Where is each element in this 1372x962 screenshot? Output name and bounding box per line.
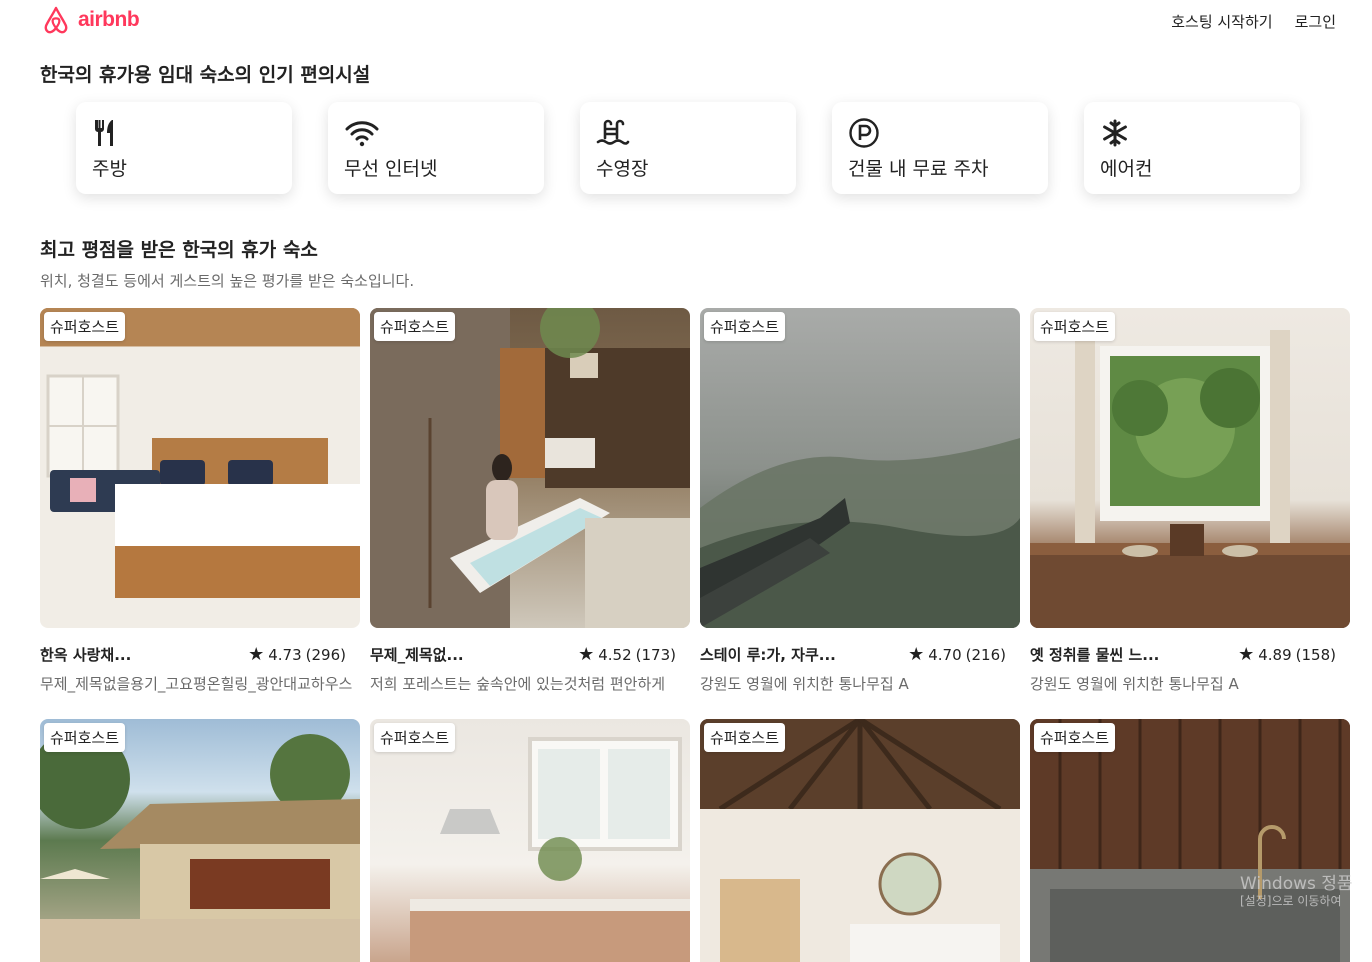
amenity-label: 에어컨 [1100, 158, 1153, 180]
thatched-house-image [40, 729, 360, 962]
amenity-pool[interactable]: 수영장 [580, 102, 796, 194]
watermark-line-1: Windows 정품 [1240, 874, 1353, 894]
snowflake-icon [1100, 116, 1284, 150]
kitchen-image [410, 737, 690, 962]
amenity-air-conditioning[interactable]: 에어컨 [1084, 102, 1300, 194]
listing-card[interactable]: 슈퍼호스트 한옥 사랑채... ★ 4.73 (296) 무제_제목없을용기_고… [40, 308, 360, 694]
courtyard-bath-image [370, 308, 690, 628]
listing-card[interactable]: 슈퍼호스트 스테이 루:가, 자쿠... ★ 4.70 (216) 강원도 영월… [700, 308, 1020, 694]
listing-rating: ★ 4.73 (296) [248, 643, 346, 665]
star-icon: ★ [248, 643, 265, 665]
listing-photo[interactable]: 슈퍼호스트 [700, 308, 1020, 628]
parking-icon [848, 116, 1032, 150]
listing-description: 무제_제목없을용기_고요평온힐링_광안대교하우스 [40, 675, 353, 693]
hanok-room-image [700, 719, 1020, 962]
amenity-label: 건물 내 무료 주차 [848, 158, 989, 180]
listing-title: 옛 정취를 물씬 느... [1030, 646, 1160, 664]
airbnb-logo-icon [40, 4, 72, 36]
superhost-badge: 슈퍼호스트 [704, 312, 786, 341]
login-link[interactable]: 로그인 [1295, 11, 1336, 32]
amenity-label: 무선 인터넷 [344, 158, 438, 180]
listing-card[interactable]: 슈퍼호스트 [40, 719, 360, 962]
listing-card[interactable]: 슈퍼호스트 [1030, 719, 1350, 962]
utensils-icon [92, 116, 276, 150]
amenity-wifi[interactable]: 무선 인터넷 [328, 102, 544, 194]
amenity-label: 수영장 [596, 158, 649, 180]
review-count: (296) [305, 645, 346, 664]
rating-value: 4.70 [928, 645, 962, 664]
star-icon: ★ [578, 643, 595, 665]
superhost-badge: 슈퍼호스트 [374, 312, 456, 341]
superhost-badge: 슈퍼호스트 [374, 723, 456, 752]
listing-description: 저희 포레스트는 숲속안에 있는것처럼 편안하게 [370, 675, 666, 693]
listings-title: 최고 평점을 받은 한국의 휴가 숙소 [40, 239, 318, 261]
amenity-kitchen[interactable]: 주방 [76, 102, 292, 194]
rating-value: 4.73 [268, 645, 302, 664]
amenity-cards: 주방 무선 인터넷 수영장 건물 내 무료 주차 에어컨 [76, 102, 1300, 194]
listing-photo[interactable]: 슈퍼호스트 [700, 719, 1020, 962]
listing-description: 강원도 영월에 위치한 통나무집 A [1030, 675, 1239, 693]
amenity-label: 주방 [92, 158, 127, 180]
star-icon: ★ [1238, 643, 1255, 665]
listing-description: 강원도 영월에 위치한 통나무집 A [700, 675, 909, 693]
misty-mountain-image [700, 438, 1020, 628]
logo-wordmark: airbnb [78, 8, 140, 31]
listing-photo[interactable]: 슈퍼호스트 [1030, 719, 1350, 962]
review-count: (216) [965, 645, 1006, 664]
airbnb-logo[interactable]: airbnb [40, 4, 140, 36]
listings-subtitle: 위치, 청결도 등에서 게스트의 높은 평가를 받은 숙소입니다. [40, 272, 415, 290]
listing-rating: ★ 4.70 (216) [908, 643, 1006, 665]
amenities-title: 한국의 휴가용 임대 숙소의 인기 편의시설 [40, 64, 371, 86]
listing-photo[interactable]: 슈퍼호스트 [40, 719, 360, 962]
outdoor-bath-image [1030, 719, 1350, 962]
listing-title: 스테이 루:가, 자쿠... [700, 646, 836, 664]
listing-photo[interactable]: 슈퍼호스트 [1030, 308, 1350, 628]
rating-value: 4.89 [1258, 645, 1292, 664]
listing-title: 무제_제목없... [370, 646, 464, 664]
star-icon: ★ [908, 643, 925, 665]
listing-card[interactable]: 슈퍼호스트 [700, 719, 1020, 962]
top-header: airbnb 호스팅 시작하기 로그인 [0, 0, 1372, 44]
windows-activation-watermark: Windows 정품 [설정]으로 이동하여 [1240, 874, 1353, 909]
start-hosting-link[interactable]: 호스팅 시작하기 [1171, 11, 1272, 32]
rating-value: 4.52 [598, 645, 632, 664]
listing-card[interactable]: 슈퍼호스트 옛 정취를 물씬 느... ★ 4.89 (158) 강원도 영월에… [1030, 308, 1350, 694]
header-nav: 호스팅 시작하기 로그인 [1171, 11, 1336, 32]
pool-icon [596, 116, 780, 150]
review-count: (173) [635, 645, 676, 664]
watermark-line-2: [설정]으로 이동하여 [1240, 894, 1342, 909]
listing-rating: ★ 4.52 (173) [578, 643, 676, 665]
listing-photo[interactable]: 슈퍼호스트 [40, 308, 360, 628]
listings-row-2: 슈퍼호스트 슈퍼호스트 슈퍼호스트 슈퍼호스트 [40, 719, 1350, 962]
listing-photo[interactable]: 슈퍼호스트 [370, 719, 690, 962]
superhost-badge: 슈퍼호스트 [704, 723, 786, 752]
listing-card[interactable]: 슈퍼호스트 [370, 719, 690, 962]
superhost-badge: 슈퍼호스트 [1034, 312, 1116, 341]
listings-row-1: 슈퍼호스트 한옥 사랑채... ★ 4.73 (296) 무제_제목없을용기_고… [40, 308, 1350, 694]
amenity-parking[interactable]: 건물 내 무료 주차 [832, 102, 1048, 194]
superhost-badge: 슈퍼호스트 [44, 312, 126, 341]
bedroom-image [40, 308, 360, 598]
listing-card[interactable]: 슈퍼호스트 무제_제목없... ★ 4.52 (173) 저희 포레스트는 숲속… [370, 308, 690, 694]
review-count: (158) [1295, 645, 1336, 664]
superhost-badge: 슈퍼호스트 [44, 723, 126, 752]
window-room-image [1030, 330, 1350, 628]
superhost-badge: 슈퍼호스트 [1034, 723, 1116, 752]
listing-photo[interactable]: 슈퍼호스트 [370, 308, 690, 628]
wifi-icon [344, 116, 528, 150]
listing-title: 한옥 사랑채... [40, 646, 132, 664]
listing-rating: ★ 4.89 (158) [1238, 643, 1336, 665]
